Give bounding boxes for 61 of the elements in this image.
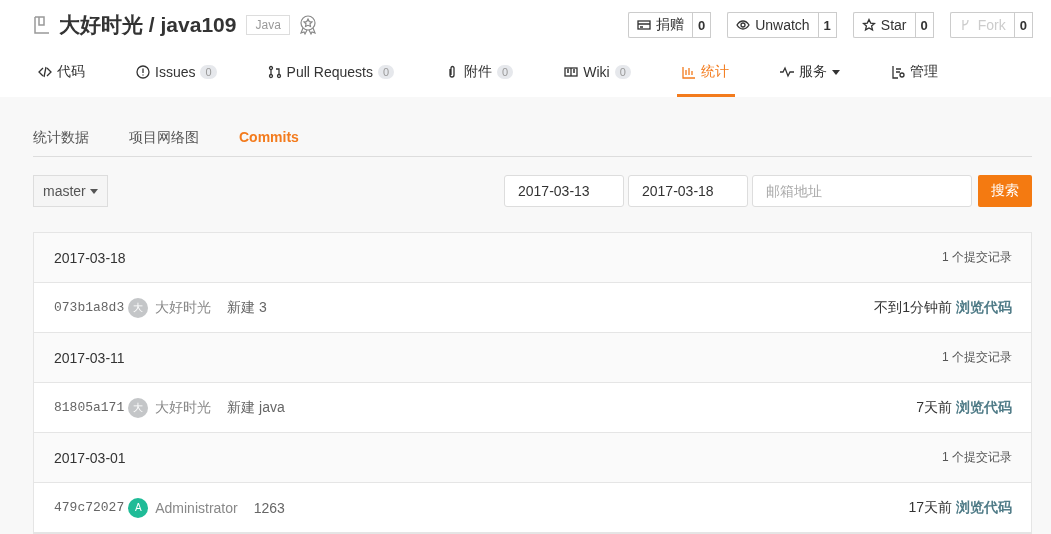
repo-tab[interactable]: Wiki 0 — [559, 50, 637, 97]
count-label: 0 — [691, 12, 712, 38]
repo-tab[interactable]: Pull Requests 0 — [262, 50, 401, 97]
commit-sha[interactable]: 479c72027 — [54, 500, 125, 515]
book-icon — [564, 65, 579, 79]
list-settings-icon — [890, 65, 905, 79]
email-field[interactable]: 邮箱地址 — [752, 175, 972, 207]
star-icon — [861, 18, 876, 32]
repo-title: 大好时光 / java109 — [59, 12, 237, 38]
caret-icon — [89, 188, 98, 194]
count-badge: 0 — [200, 65, 217, 79]
repo-tab[interactable]: 附件 0 — [440, 50, 520, 97]
branch-dropdown[interactable]: master — [33, 175, 108, 207]
pulse-icon — [779, 65, 794, 79]
commit-sha[interactable]: 073b1a8d3 — [54, 300, 125, 315]
repo-tab[interactable]: 管理 — [885, 50, 944, 97]
donate-button[interactable]: 捐赠 — [627, 12, 692, 38]
author-name[interactable]: 大好时光 — [155, 398, 212, 417]
sub-tab[interactable]: 项目网络图 — [129, 129, 199, 147]
commit-date: 2017-03-11 — [54, 349, 125, 366]
language-label: Java — [246, 15, 290, 35]
count-badge: 0 — [497, 65, 514, 79]
commit-time: 17天前 — [908, 498, 952, 517]
count-label: 0 — [914, 12, 934, 38]
repo-tab[interactable]: Issues 0 — [131, 50, 223, 97]
author-name[interactable]: Administrator — [155, 499, 238, 516]
code-icon — [38, 65, 52, 79]
commit-date: 2017-03-18 — [54, 249, 126, 266]
count-label: 0 — [1013, 12, 1033, 38]
bar-chart-icon — [681, 65, 696, 79]
commit-time: 7天前 — [916, 398, 952, 417]
author-name[interactable]: 大好时光 — [155, 298, 212, 317]
commit-date: 2017-03-01 — [54, 449, 126, 466]
count-badge: 0 — [614, 65, 631, 79]
commit-message: 新建 3 — [227, 298, 267, 317]
repo-tab[interactable]: 代码 — [33, 50, 91, 97]
repo-icon — [33, 15, 51, 35]
star-button[interactable]: Star — [852, 12, 915, 38]
browse-code-link[interactable]: 浏览代码 — [956, 298, 1012, 317]
card-icon — [636, 18, 651, 32]
commit-time: 不到1分钟前 — [874, 298, 952, 317]
watch-button[interactable]: Unwatch — [727, 12, 818, 38]
merge-icon — [267, 65, 282, 79]
commit-count: 1 个提交记录 — [942, 349, 1012, 366]
browse-code-link[interactable]: 浏览代码 — [956, 398, 1012, 417]
commit-message: 新建 java — [227, 398, 285, 417]
end-date-field[interactable]: 2017-03-18 — [628, 175, 748, 207]
commit-sha[interactable]: 81805a171 — [54, 400, 125, 415]
avatar: A — [128, 497, 149, 518]
browse-code-link[interactable]: 浏览代码 — [956, 498, 1012, 517]
sub-tab[interactable]: 统计数据 — [33, 129, 89, 147]
count-label: 1 — [817, 12, 837, 38]
commit-count: 1 个提交记录 — [942, 249, 1012, 266]
start-date-field[interactable]: 2017-03-13 — [504, 175, 624, 207]
commit-message: 1263 — [253, 499, 285, 516]
repo-tab[interactable]: 服务 — [774, 50, 846, 97]
commit-count: 1 个提交记录 — [942, 449, 1012, 466]
badge-icon — [297, 14, 318, 36]
eye-icon — [736, 18, 751, 32]
count-badge: 0 — [378, 65, 395, 79]
alert-circle-icon — [136, 65, 150, 79]
